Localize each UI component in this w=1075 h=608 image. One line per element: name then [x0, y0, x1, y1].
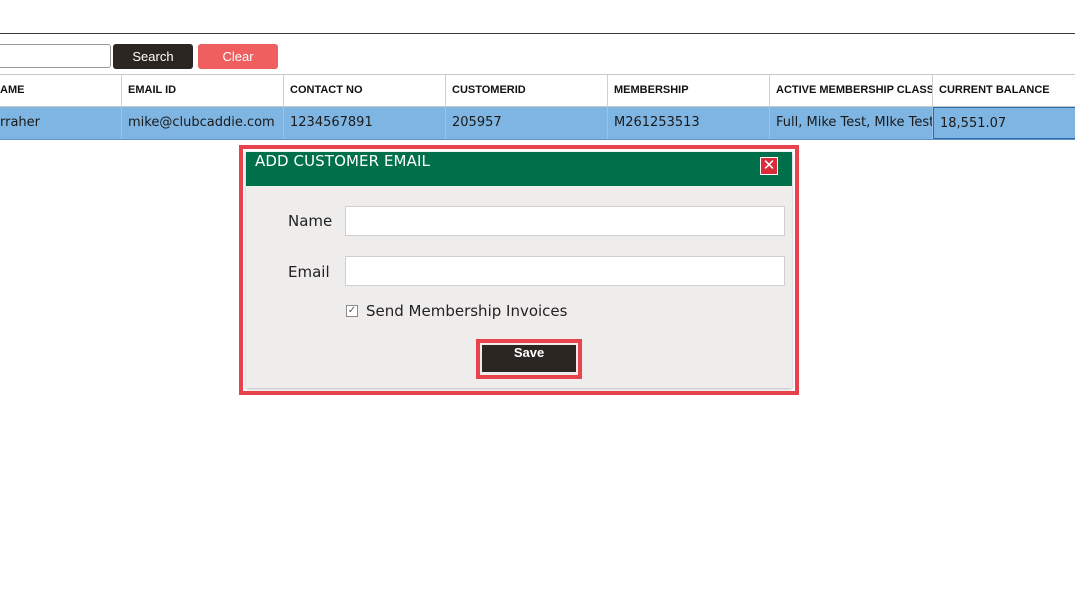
- name-label: Name: [288, 212, 333, 230]
- close-icon[interactable]: ✕: [760, 157, 778, 175]
- column-header-current-balance[interactable]: CURRENT BALANCE: [933, 75, 1075, 106]
- cell-customerid[interactable]: 205957: [446, 107, 608, 139]
- cell-contact[interactable]: 1234567891: [284, 107, 446, 139]
- cell-current-balance[interactable]: 18,551.07: [933, 107, 1075, 139]
- top-divider: [0, 33, 1075, 34]
- column-header-email[interactable]: EMAIL ID: [122, 75, 284, 106]
- clear-button[interactable]: Clear: [198, 44, 278, 69]
- table-row[interactable]: rraher mike@clubcaddie.com 1234567891 20…: [0, 107, 1075, 140]
- email-label: Email: [288, 263, 330, 281]
- cell-email[interactable]: mike@clubcaddie.com: [122, 107, 284, 139]
- cell-active-membership-classes[interactable]: Full, Mike Test, MIke Test: [770, 107, 933, 139]
- customer-grid: AME EMAIL ID CONTACT NO CUSTOMERID MEMBE…: [0, 74, 1075, 140]
- dialog-title: ADD CUSTOMER EMAIL: [255, 152, 430, 170]
- save-button[interactable]: Save: [482, 345, 576, 372]
- search-input[interactable]: [0, 44, 111, 68]
- column-header-contact[interactable]: CONTACT NO: [284, 75, 446, 106]
- grid-header: AME EMAIL ID CONTACT NO CUSTOMERID MEMBE…: [0, 74, 1075, 107]
- column-header-membership[interactable]: MEMBERSHIP: [608, 75, 770, 106]
- cell-name[interactable]: rraher: [0, 107, 122, 139]
- column-header-customerid[interactable]: CUSTOMERID: [446, 75, 608, 106]
- email-field[interactable]: [345, 256, 785, 286]
- send-membership-invoices-label[interactable]: Send Membership Invoices: [366, 302, 567, 320]
- column-header-active-membership-classes[interactable]: ACTIVE MEMBERSHIP CLASSE: [770, 75, 933, 106]
- search-button[interactable]: Search: [113, 44, 193, 69]
- dialog-titlebar: ADD CUSTOMER EMAIL ✕: [246, 152, 792, 186]
- send-membership-invoices-checkbox[interactable]: ✓: [346, 305, 358, 317]
- column-header-name[interactable]: AME: [0, 75, 122, 106]
- name-field[interactable]: [345, 206, 785, 236]
- cell-membership[interactable]: M261253513: [608, 107, 770, 139]
